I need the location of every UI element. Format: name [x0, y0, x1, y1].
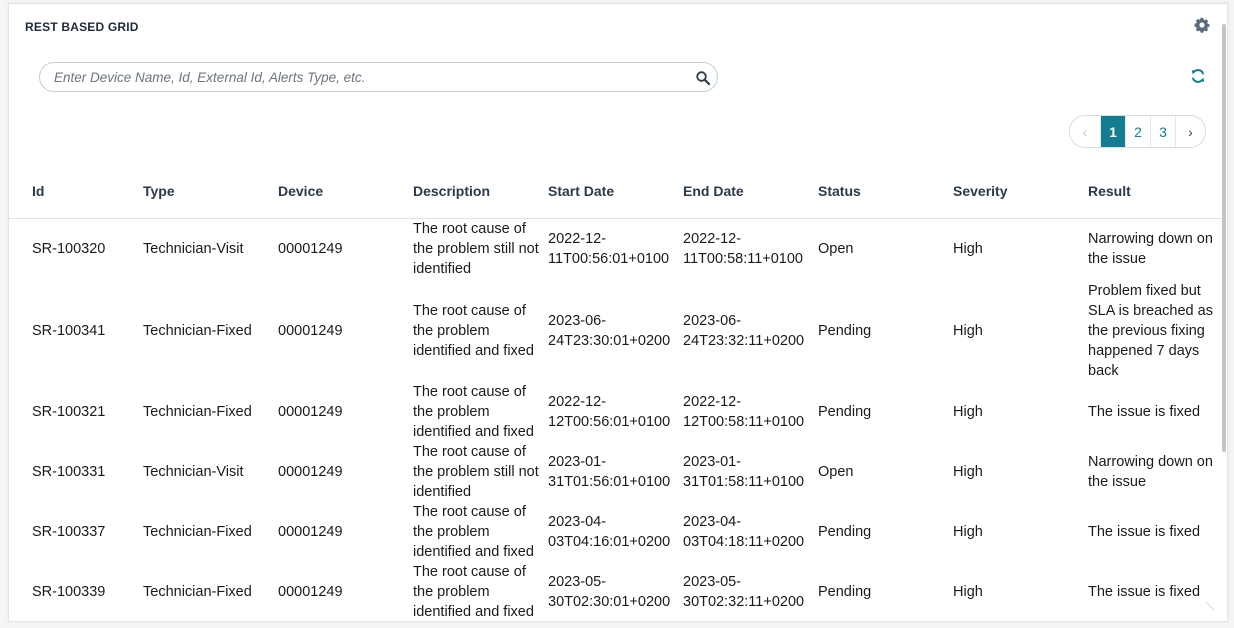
- widget-title: REST BASED GRID: [25, 20, 139, 34]
- cell-result: The issue is fixed: [1088, 404, 1201, 420]
- cell-id: SR-100331: [32, 464, 106, 480]
- cell-result: The issue is fixed: [1088, 524, 1201, 540]
- column-header-description[interactable]: Description: [413, 183, 490, 199]
- next-page-button[interactable]: ›: [1175, 116, 1205, 147]
- cell-status: Open: [818, 464, 854, 480]
- cell-start-date: 2023-01-31T01:56:01+0100: [548, 454, 671, 490]
- refresh-icon[interactable]: [1190, 68, 1206, 84]
- resize-handle-icon[interactable]: [1204, 600, 1216, 612]
- cell-device: 00001249: [278, 241, 343, 257]
- table-row[interactable]: SR-100320 Technician-Visit 00001249 The …: [9, 218, 1223, 280]
- table-row[interactable]: SR-100321 Technician-Fixed 00001249 The …: [9, 382, 1223, 442]
- pagination: ‹ 1 2 3 ›: [1069, 115, 1206, 148]
- cell-type: Technician-Fixed: [143, 584, 252, 600]
- cell-type: Technician-Fixed: [143, 524, 252, 540]
- cell-id: SR-100320: [32, 241, 106, 257]
- table-header: Id Type Device Description Start Date En…: [9, 168, 1223, 219]
- cell-start-date: 2022-12-12T00:56:01+0100: [548, 394, 671, 430]
- cell-description: The root cause of the problem still not …: [413, 444, 539, 500]
- column-header-result[interactable]: Result: [1088, 183, 1131, 199]
- cell-status: Pending: [818, 584, 872, 600]
- cell-id: SR-100339: [32, 584, 106, 600]
- cell-id: SR-100321: [32, 404, 106, 420]
- cell-result: The issue is fixed: [1088, 584, 1201, 600]
- cell-type: Technician-Fixed: [143, 323, 252, 339]
- cell-status: Pending: [818, 323, 872, 339]
- cell-start-date: 2023-04-03T04:16:01+0200: [548, 514, 671, 550]
- cell-description: The root cause of the problem identified…: [413, 303, 534, 359]
- cell-severity: High: [953, 524, 983, 540]
- page-3-button[interactable]: 3: [1150, 116, 1175, 147]
- column-header-end-date[interactable]: End Date: [683, 183, 744, 199]
- column-header-start-date[interactable]: Start Date: [548, 183, 614, 199]
- cell-end-date: 2023-01-31T01:58:11+0100: [683, 454, 805, 490]
- cell-severity: High: [953, 241, 983, 257]
- cell-status: Open: [818, 241, 854, 257]
- column-header-severity[interactable]: Severity: [953, 183, 1007, 199]
- table-row[interactable]: SR-100337 Technician-Fixed 00001249 The …: [9, 502, 1223, 562]
- cell-device: 00001249: [278, 584, 343, 600]
- cell-end-date: 2023-05-30T02:32:11+0200: [683, 574, 805, 610]
- cell-type: Technician-Visit: [143, 241, 244, 257]
- table-row[interactable]: SR-100341 Technician-Fixed 00001249 The …: [9, 280, 1223, 382]
- cell-description: The root cause of the problem identified…: [413, 504, 534, 560]
- column-header-device[interactable]: Device: [278, 183, 323, 199]
- gear-icon[interactable]: [1194, 17, 1210, 33]
- cell-id: SR-100341: [32, 323, 106, 339]
- search-icon[interactable]: [695, 70, 711, 86]
- cell-end-date: 2022-12-11T00:58:11+0100: [683, 231, 804, 267]
- cell-end-date: 2023-06-24T23:32:11+0200: [683, 313, 805, 349]
- page-1-button[interactable]: 1: [1100, 116, 1125, 147]
- cell-end-date: 2023-04-03T04:18:11+0200: [683, 514, 805, 550]
- table-row[interactable]: SR-100331 Technician-Visit 00001249 The …: [9, 442, 1223, 502]
- cell-end-date: 2022-12-12T00:58:11+0100: [683, 394, 805, 430]
- cell-status: Pending: [818, 404, 872, 420]
- cell-result: Narrowing down on the issue: [1088, 231, 1213, 267]
- cell-start-date: 2023-06-24T23:30:01+0200: [548, 313, 671, 349]
- cell-result: Narrowing down on the issue: [1088, 454, 1213, 490]
- page-2-button[interactable]: 2: [1125, 116, 1150, 147]
- cell-type: Technician-Fixed: [143, 404, 252, 420]
- table-row[interactable]: SR-100339 Technician-Fixed 00001249 The …: [9, 562, 1223, 621]
- cell-severity: High: [953, 584, 983, 600]
- column-header-id[interactable]: Id: [32, 183, 44, 199]
- column-header-type[interactable]: Type: [143, 183, 175, 199]
- search-input[interactable]: [54, 63, 674, 91]
- cell-severity: High: [953, 404, 983, 420]
- cell-id: SR-100337: [32, 524, 106, 540]
- cell-device: 00001249: [278, 323, 343, 339]
- prev-page-button[interactable]: ‹: [1070, 116, 1100, 147]
- search-box: [39, 62, 718, 92]
- vertical-scrollbar[interactable]: [1222, 24, 1226, 452]
- cell-type: Technician-Visit: [143, 464, 244, 480]
- cell-device: 00001249: [278, 464, 343, 480]
- cell-device: 00001249: [278, 404, 343, 420]
- cell-start-date: 2022-12-11T00:56:01+0100: [548, 231, 670, 267]
- cell-severity: High: [953, 323, 983, 339]
- rest-grid-widget: REST BASED GRID ‹ 1 2 3 › Id Type Device…: [8, 3, 1228, 622]
- cell-description: The root cause of the problem identified…: [413, 564, 534, 620]
- cell-device: 00001249: [278, 524, 343, 540]
- cell-severity: High: [953, 464, 983, 480]
- cell-status: Pending: [818, 524, 872, 540]
- cell-description: The root cause of the problem still not …: [413, 221, 539, 277]
- column-header-status[interactable]: Status: [818, 183, 861, 199]
- cell-description: The root cause of the problem identified…: [413, 384, 534, 440]
- cell-result: Problem fixed but SLA is breached as the…: [1088, 283, 1213, 379]
- cell-start-date: 2023-05-30T02:30:01+0200: [548, 574, 671, 610]
